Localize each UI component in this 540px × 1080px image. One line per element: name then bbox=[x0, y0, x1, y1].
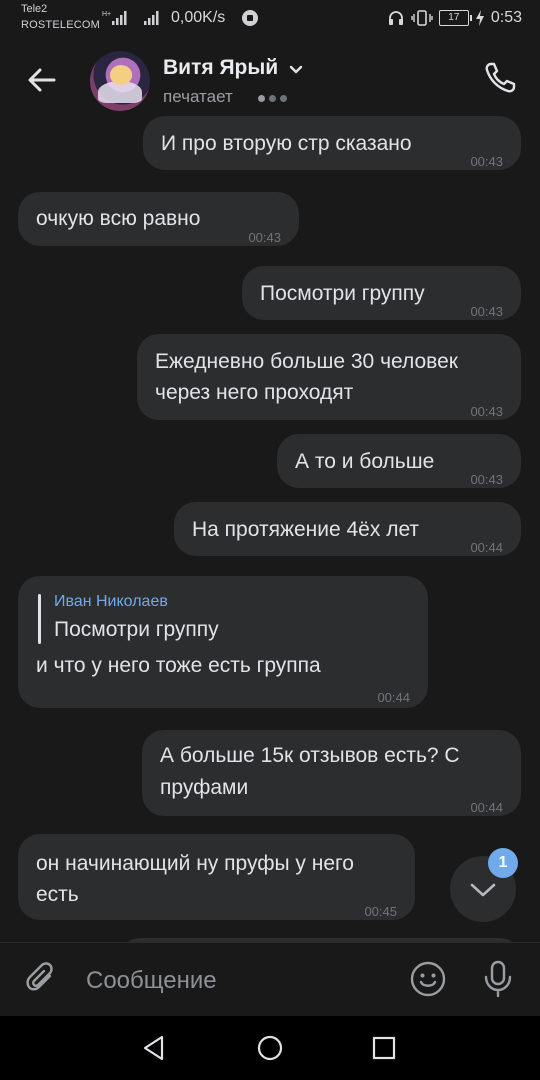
message-text-line-1: Ежедневно больше 30 человек bbox=[155, 350, 458, 373]
reply-quote-bar bbox=[38, 594, 41, 644]
message-text: И про вторую стр сказано bbox=[161, 132, 412, 155]
message-list[interactable]: И про вторую стр сказано 00:43 очкую всю… bbox=[0, 116, 540, 942]
chevron-down-icon[interactable] bbox=[288, 64, 304, 76]
status-right: 17 0:53 bbox=[387, 8, 522, 28]
avatar[interactable] bbox=[90, 51, 150, 111]
message-bubble-incoming[interactable]: он начинающий ну пруфы у него есть 00:45 bbox=[18, 834, 415, 920]
clock: 0:53 bbox=[490, 9, 522, 26]
typing-dots bbox=[258, 95, 287, 102]
message-time: 00:43 bbox=[470, 404, 503, 419]
message-bubble-outgoing[interactable]: А больше 15к отзывов есть? С пруфами 00:… bbox=[142, 730, 521, 816]
message-time: 00:45 bbox=[364, 904, 397, 919]
message-bubble-incoming[interactable]: Иван Николаев Посмотри группу и что у не… bbox=[18, 576, 428, 708]
message-bubble-outgoing[interactable]: Ежедневно больше 30 человек через него п… bbox=[137, 334, 521, 420]
carrier-2: ROSTELECOM bbox=[21, 19, 101, 31]
message-text: Посмотри группу bbox=[260, 282, 425, 305]
message-text: А то и больше bbox=[295, 450, 435, 473]
nav-home-icon[interactable] bbox=[256, 1034, 284, 1062]
system-nav-bar bbox=[0, 1016, 540, 1080]
message-input[interactable] bbox=[86, 961, 386, 1001]
app-notification-icon bbox=[242, 10, 258, 26]
battery-icon: 17 bbox=[438, 10, 472, 26]
carrier-1: Tele2 bbox=[21, 3, 48, 15]
contact-name[interactable]: Витя Ярый bbox=[163, 56, 278, 80]
signal-icon: H+ bbox=[102, 11, 127, 25]
unread-badge: 1 bbox=[488, 848, 518, 878]
message-text-line-2: пруфами bbox=[160, 776, 249, 799]
paperclip-icon[interactable] bbox=[24, 961, 60, 997]
back-arrow-icon[interactable] bbox=[24, 62, 60, 98]
message-bubble-outgoing[interactable]: Посмотри группу 00:43 bbox=[242, 266, 521, 320]
message-text: и что у него тоже есть группа bbox=[36, 654, 321, 677]
nav-recent-icon[interactable] bbox=[372, 1036, 396, 1060]
message-time: 00:43 bbox=[470, 304, 503, 319]
reply-quoted-text[interactable]: Посмотри группу bbox=[54, 615, 219, 645]
message-text: очкую всю равно bbox=[36, 207, 201, 230]
message-bubble-outgoing[interactable]: На протяжение 4ёх лет 00:44 bbox=[174, 502, 521, 556]
status-bar: Tele2 ROSTELECOM H+ 0,00K/s 17 0:53 bbox=[0, 0, 540, 42]
signal-icon-2 bbox=[144, 11, 159, 25]
message-text: На протяжение 4ёх лет bbox=[192, 518, 420, 541]
emoji-icon[interactable] bbox=[409, 960, 447, 998]
vibrate-icon bbox=[411, 10, 433, 26]
message-text-line-2: через него проходят bbox=[155, 381, 354, 404]
message-text-line-1: он начинающий ну пруфы у него bbox=[36, 852, 354, 875]
message-time: 00:44 bbox=[470, 800, 503, 815]
composer bbox=[0, 942, 540, 1017]
typing-status: печатает bbox=[163, 87, 233, 106]
message-text-line-1: А больше 15к отзывов есть? С bbox=[160, 744, 460, 767]
message-bubble-outgoing[interactable]: А то и больше 00:43 bbox=[277, 434, 521, 488]
reply-author[interactable]: Иван Николаев bbox=[54, 592, 168, 612]
message-text-line-2: есть bbox=[36, 883, 79, 906]
message-time: 00:44 bbox=[470, 540, 503, 555]
message-time: 00:43 bbox=[470, 154, 503, 169]
microphone-icon[interactable] bbox=[480, 959, 516, 999]
network-speed: 0,00K/s bbox=[171, 9, 226, 26]
chat-header: Витя Ярый печатает bbox=[0, 42, 540, 116]
message-bubble-outgoing[interactable]: И про вторую стр сказано 00:43 bbox=[143, 116, 521, 170]
message-bubble-incoming[interactable]: очкую всю равно 00:43 bbox=[18, 192, 299, 246]
nav-back-icon[interactable] bbox=[140, 1034, 168, 1062]
message-time: 00:44 bbox=[377, 690, 410, 705]
svg-text:H+: H+ bbox=[102, 11, 111, 18]
message-time: 00:43 bbox=[248, 230, 281, 245]
headphones-icon bbox=[388, 11, 403, 25]
charging-icon bbox=[475, 10, 484, 26]
message-time: 00:43 bbox=[470, 472, 503, 487]
phone-icon[interactable] bbox=[482, 60, 518, 96]
